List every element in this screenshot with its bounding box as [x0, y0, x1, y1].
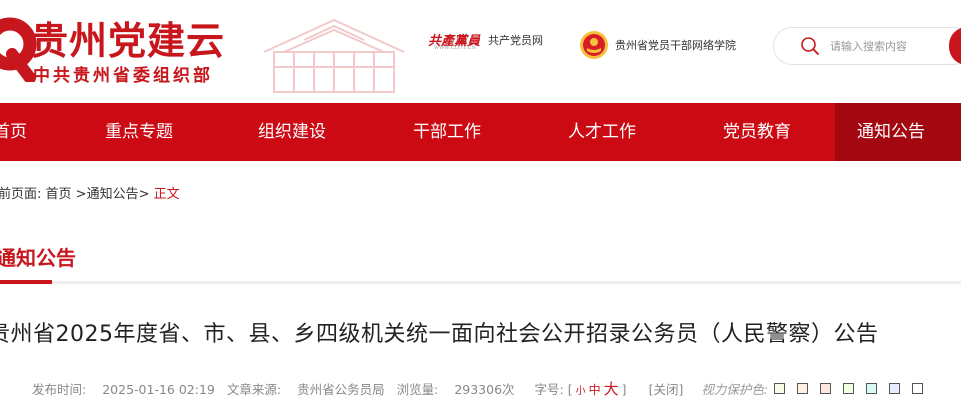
nav-item-home[interactable]: 首页 [0, 103, 50, 161]
breadcrumb-current: 正文 [153, 187, 180, 202]
section-divider [0, 281, 961, 284]
partner-label[interactable]: 共产党员网 [488, 32, 543, 48]
section-title: 通知公告 [0, 246, 76, 270]
partner-link-academy[interactable]: 贵州省党员干部网络学院 [579, 30, 736, 60]
eye-color-swatch[interactable] [912, 383, 924, 394]
font-medium-button[interactable]: 中 [589, 381, 601, 398]
search-box [773, 27, 961, 65]
site-subtitle: 中共贵州省委组织部 [33, 66, 213, 86]
eye-color-swatch[interactable] [797, 383, 809, 394]
nav-item-organization[interactable]: 组织建设 [240, 103, 344, 161]
site-header: 贵州党建云 中共贵州省委组织部 共產黨員 WWW.12371.CN 共产党员网 [0, 0, 961, 103]
search-icon[interactable] [800, 36, 820, 56]
eye-color-swatch[interactable] [866, 383, 878, 394]
font-size-label: 字号: [534, 382, 564, 397]
nav-item-education[interactable]: 党员教育 [705, 103, 809, 161]
breadcrumb-prefix: 前页面: [0, 187, 42, 202]
font-size-controls: 字号: [ 小 中 大 ] [534, 378, 627, 399]
breadcrumb-separator: > [138, 187, 154, 202]
eye-color-swatch[interactable] [774, 383, 786, 394]
article-title: 贵州省2025年度省、市、县、乡四级机关统一面向社会公开招录公务员（人民警察）公… [0, 322, 879, 347]
search-input[interactable] [830, 39, 930, 53]
article-source: 文章来源: 贵州省公务员局 [226, 382, 385, 397]
eye-protection-swatches [774, 383, 935, 394]
breadcrumb: 前页面: 首页 >通知公告> 正文 [0, 183, 180, 202]
view-count: 浏览量: 293306次 [396, 382, 515, 397]
nav-item-cadre[interactable]: 干部工作 [395, 103, 499, 161]
nav-item-talent[interactable]: 人才工作 [550, 103, 654, 161]
eye-color-swatch[interactable] [889, 383, 901, 394]
nav-item-notices[interactable]: 通知公告 [835, 103, 961, 161]
article-meta: 发布时间: 2025-01-16 02:19 文章来源: 贵州省公务员局 浏览量: 2… [32, 378, 935, 399]
party-emblem-icon [580, 31, 608, 59]
breadcrumb-section[interactable]: 通知公告 [87, 187, 139, 202]
publish-time: 发布时间: 2025-01-16 02:19 [32, 382, 215, 397]
breadcrumb-home[interactable]: 首页 [46, 187, 72, 202]
font-small-button[interactable]: 小 [576, 382, 586, 397]
partner-label[interactable]: 贵州省党员干部网络学院 [615, 37, 736, 53]
close-page-button[interactable]: [关闭] [649, 379, 684, 398]
section-accent-bar [0, 280, 52, 284]
breadcrumb-separator: > [71, 187, 87, 202]
partner-logo-icon: 共產黨員 WWW.12371.CN [428, 34, 481, 51]
main-nav: 首页 重点专题 组织建设 干部工作 人才工作 党员教育 通知公告 [0, 103, 961, 161]
font-large-button[interactable]: 大 [604, 378, 619, 399]
eye-color-swatch[interactable] [820, 383, 832, 394]
eye-color-swatch[interactable] [843, 383, 855, 394]
building-illustration-icon [263, 18, 405, 93]
site-name[interactable]: 贵州党建云 [30, 10, 225, 65]
eye-protection-label: 视力保护色: [701, 382, 769, 397]
search-button[interactable] [949, 27, 961, 65]
partner-link-12371[interactable]: 共產黨員 WWW.12371.CN 共产党员网 [428, 30, 543, 52]
nav-item-topics[interactable]: 重点专题 [87, 103, 191, 161]
